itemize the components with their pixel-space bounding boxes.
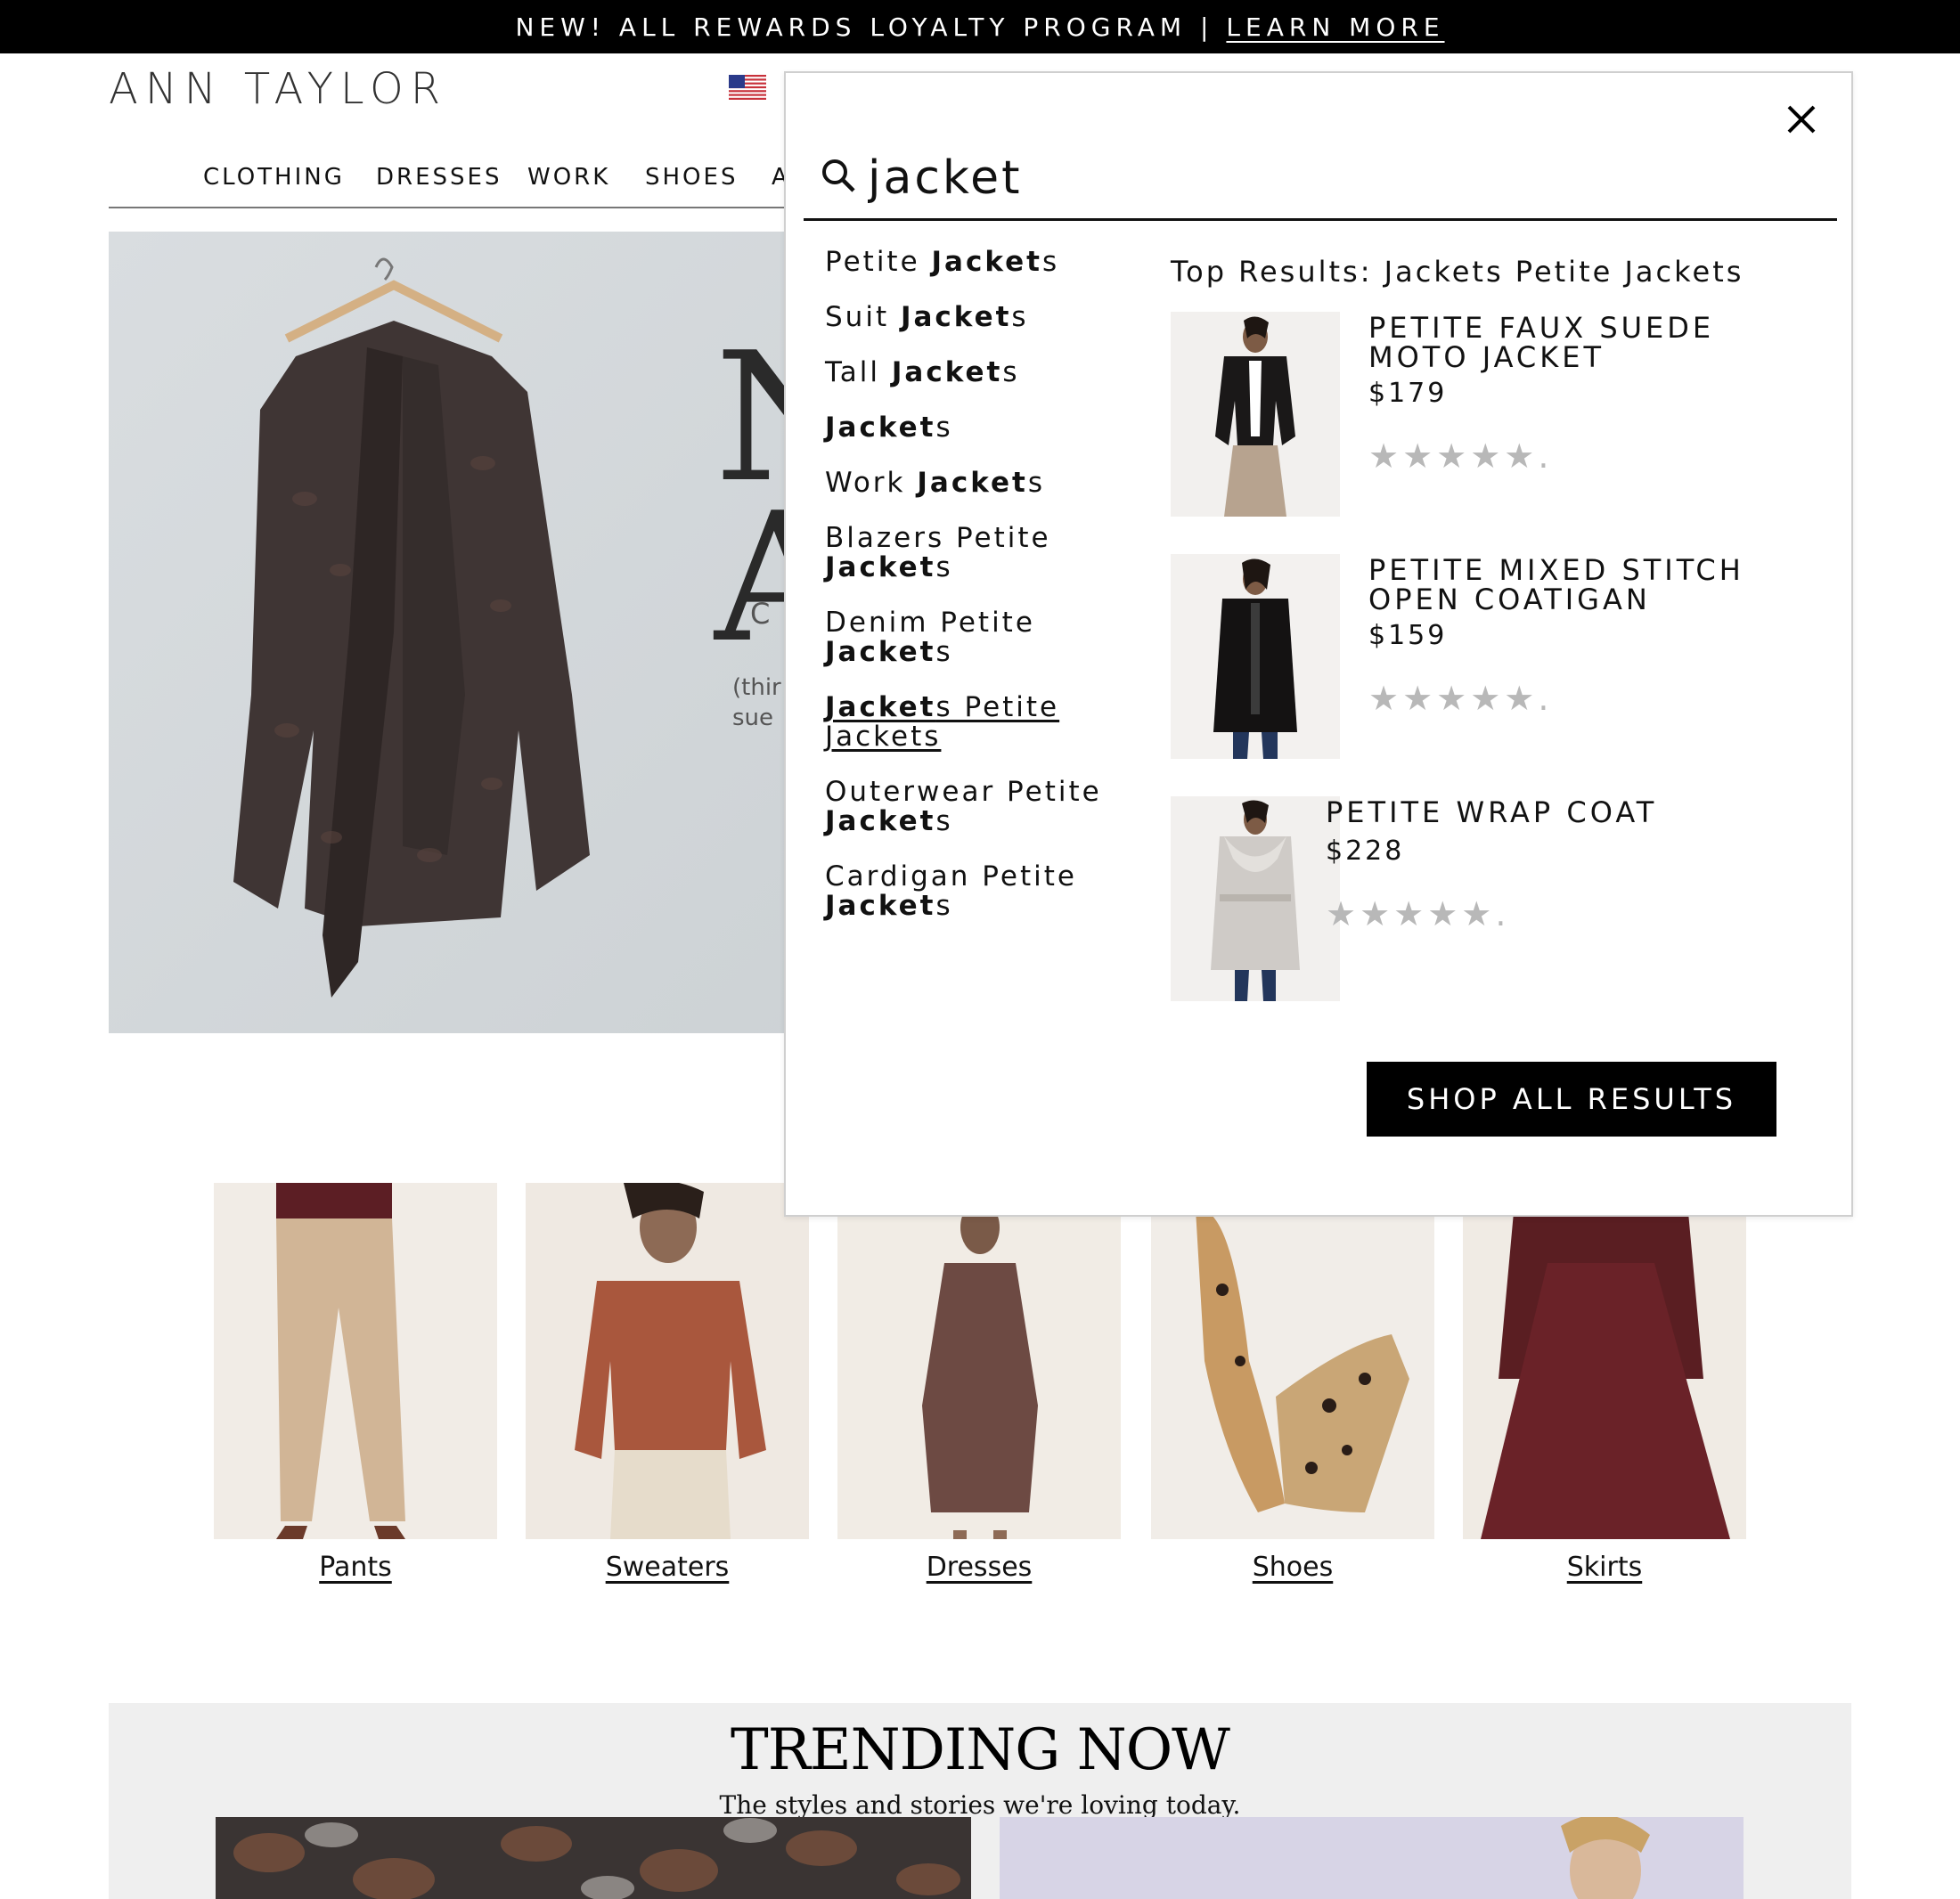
category-tile-sweaters[interactable] bbox=[526, 1183, 809, 1539]
hero-subtitle: C bbox=[750, 597, 771, 631]
product-image-moto-jacket bbox=[1215, 316, 1295, 517]
hero-fineprint-line-2: sue bbox=[732, 705, 774, 731]
suggestion-match: Jacket bbox=[825, 412, 936, 444]
learn-more-link[interactable]: LEARN MORE bbox=[1226, 12, 1444, 42]
promo-text: NEW! ALL REWARDS LOYALTY PROGRAM | bbox=[515, 12, 1214, 42]
product-rating-stars: ★★★★★. bbox=[1368, 436, 1553, 476]
trending-title: TRENDING NOW bbox=[731, 1717, 1230, 1783]
brand-logo[interactable]: ANN TAYLOR bbox=[109, 64, 447, 114]
suggestion-item[interactable]: Outerwear Petite Jackets bbox=[825, 778, 1155, 836]
category-tile-pants[interactable] bbox=[214, 1183, 497, 1539]
product-thumbnail[interactable] bbox=[1171, 312, 1340, 517]
pants-image bbox=[276, 1183, 405, 1539]
search-overlay: Petite Jackets Suit Jackets Tall Jackets… bbox=[784, 71, 1853, 1217]
suggestion-item[interactable]: Denim Petite Jackets bbox=[825, 608, 1155, 667]
promo-bar: NEW! ALL REWARDS LOYALTY PROGRAM | LEARN… bbox=[0, 0, 1960, 53]
product-image-coatigan bbox=[1213, 558, 1297, 759]
search-bar bbox=[804, 135, 1837, 221]
search-input[interactable] bbox=[859, 143, 1750, 214]
product-name[interactable]: PETITE FAUX SUEDE MOTO JACKET bbox=[1368, 314, 1796, 372]
suggestion-item[interactable]: Suit Jackets bbox=[825, 303, 1155, 332]
search-suggestions: Petite Jackets Suit Jackets Tall Jackets… bbox=[825, 248, 1155, 947]
suggestion-prefix: Denim Petite bbox=[825, 607, 1035, 639]
suggestion-prefix: Blazers Petite bbox=[825, 522, 1051, 554]
suggestion-prefix: Work bbox=[825, 467, 918, 499]
suggestion-suffix: s bbox=[1041, 246, 1060, 278]
suggestion-item-active[interactable]: Jackets Petite Jackets bbox=[825, 693, 1155, 752]
suggestion-suffix: s bbox=[1002, 356, 1020, 388]
product-result[interactable]: PETITE WRAP COAT $228 ★★★★★. bbox=[1171, 796, 1812, 1001]
product-price: $159 bbox=[1368, 620, 1448, 651]
suggestion-prefix: Suit bbox=[825, 301, 901, 333]
trending-model-image[interactable] bbox=[1000, 1817, 1744, 1899]
nav-shoes[interactable]: SHOES bbox=[645, 164, 738, 191]
suggestion-item[interactable]: Jackets bbox=[825, 413, 1155, 443]
suggestion-match: Jacket bbox=[825, 636, 936, 668]
suggestion-match: Jacket bbox=[917, 467, 1028, 499]
product-thumbnail[interactable] bbox=[1171, 554, 1340, 759]
us-flag-icon[interactable] bbox=[729, 75, 766, 100]
skirts-image bbox=[1481, 1183, 1730, 1539]
suggestion-match: Jacket bbox=[825, 691, 936, 723]
nav-work[interactable]: WORK bbox=[527, 164, 610, 191]
category-link-sweaters[interactable]: Sweaters bbox=[526, 1552, 809, 1583]
close-icon[interactable] bbox=[1780, 98, 1823, 141]
shoes-image bbox=[1196, 1209, 1409, 1512]
product-image-wrap-coat bbox=[1211, 800, 1300, 1001]
product-result[interactable]: PETITE FAUX SUEDE MOTO JACKET $179 ★★★★★… bbox=[1171, 312, 1812, 517]
trending-subtitle: The styles and stories we're loving toda… bbox=[719, 1790, 1241, 1820]
product-price: $179 bbox=[1368, 378, 1448, 409]
product-rating-stars: ★★★★★. bbox=[1368, 679, 1553, 718]
product-result[interactable]: PETITE MIXED STITCH OPEN COATIGAN $159 ★… bbox=[1171, 554, 1812, 759]
top-results-title: Top Results: Jackets Petite Jackets bbox=[1171, 255, 1744, 289]
category-tile-dresses[interactable] bbox=[837, 1183, 1121, 1539]
suggestion-suffix: s bbox=[1027, 467, 1045, 499]
suggestion-prefix: Tall bbox=[825, 356, 892, 388]
product-thumbnail[interactable] bbox=[1171, 796, 1340, 1001]
hero-blouse-image bbox=[233, 257, 590, 998]
suggestion-suffix: s bbox=[935, 636, 953, 668]
hero-fineprint-line-1: (thir bbox=[732, 674, 781, 701]
product-price: $228 bbox=[1326, 835, 1405, 867]
suggestion-prefix: Petite bbox=[825, 246, 932, 278]
suggestion-item[interactable]: Cardigan Petite Jackets bbox=[825, 862, 1155, 921]
suggestion-suffix: s bbox=[935, 805, 953, 837]
product-name[interactable]: PETITE WRAP COAT bbox=[1326, 798, 1789, 827]
suggestion-match: Jacket bbox=[825, 805, 936, 837]
category-link-pants[interactable]: Pants bbox=[214, 1552, 497, 1583]
nav-clothing[interactable]: CLOTHING bbox=[203, 164, 345, 191]
suggestion-suffix: s bbox=[1011, 301, 1029, 333]
suggestion-suffix: s bbox=[935, 890, 953, 922]
trending-leopard-image[interactable] bbox=[216, 1817, 971, 1899]
suggestion-match: Jacket bbox=[891, 356, 1003, 388]
category-link-dresses[interactable]: Dresses bbox=[837, 1552, 1121, 1583]
dresses-image bbox=[922, 1201, 1038, 1539]
suggestion-prefix: Outerwear Petite bbox=[825, 776, 1102, 808]
category-tile-skirts[interactable] bbox=[1463, 1183, 1746, 1539]
search-icon[interactable] bbox=[820, 157, 859, 196]
suggestion-item[interactable]: Work Jackets bbox=[825, 469, 1155, 498]
trending-model-figure bbox=[1561, 1817, 1650, 1899]
suggestion-match: Jacket bbox=[931, 246, 1042, 278]
shop-all-results-button[interactable]: SHOP ALL RESULTS bbox=[1367, 1062, 1776, 1137]
suggestion-item[interactable]: Tall Jackets bbox=[825, 358, 1155, 387]
suggestion-match: Jacket bbox=[825, 890, 936, 922]
suggestion-prefix: Cardigan Petite bbox=[825, 860, 1077, 892]
suggestion-match: Jacket bbox=[900, 301, 1012, 333]
product-name[interactable]: PETITE MIXED STITCH OPEN COATIGAN bbox=[1368, 556, 1796, 615]
suggestion-suffix: s bbox=[935, 551, 953, 583]
nav-dresses[interactable]: DRESSES bbox=[376, 164, 502, 191]
category-link-shoes[interactable]: Shoes bbox=[1151, 1552, 1434, 1583]
category-tile-shoes[interactable] bbox=[1151, 1183, 1434, 1539]
suggestion-item[interactable]: Petite Jackets bbox=[825, 248, 1155, 277]
trending-section: TRENDING NOW The styles and stories we'r… bbox=[109, 1703, 1851, 1899]
sweaters-image bbox=[575, 1183, 766, 1539]
suggestion-suffix: s bbox=[935, 412, 953, 444]
category-link-skirts[interactable]: Skirts bbox=[1463, 1552, 1746, 1583]
suggestion-item[interactable]: Blazers Petite Jackets bbox=[825, 524, 1155, 583]
hero-fineprint: (thir sue bbox=[732, 672, 781, 733]
product-rating-stars: ★★★★★. bbox=[1326, 894, 1510, 933]
suggestion-match: Jacket bbox=[825, 551, 936, 583]
